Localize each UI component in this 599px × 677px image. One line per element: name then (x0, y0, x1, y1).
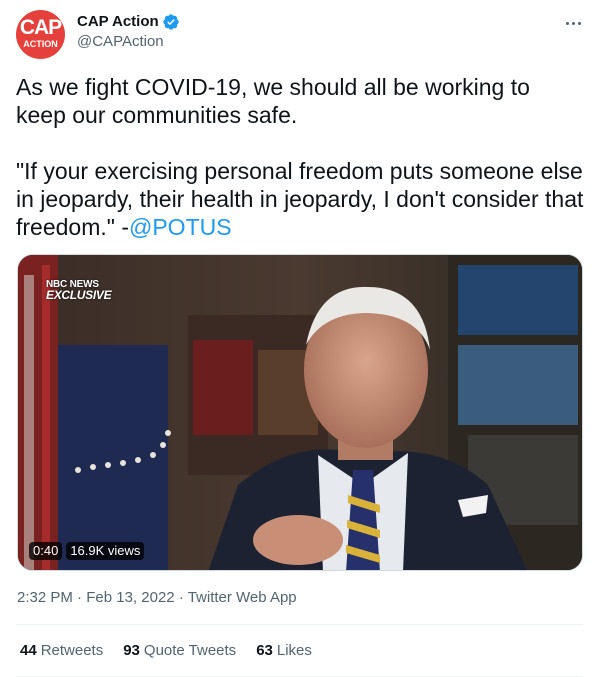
tweet-paragraph-2: "If your exercising personal freedom put… (16, 157, 586, 241)
tweet-quote: "If your exercising personal freedom put… (16, 158, 584, 240)
meta-separator: · (178, 589, 184, 606)
tweet-meta: 2:32 PM · Feb 13, 2022 · Twitter Web App (17, 588, 297, 608)
likes-stat[interactable]: 63 Likes (256, 641, 312, 661)
avatar-text-top: CAP (19, 16, 62, 39)
tweet-text: As we fight COVID-19, we should all be w… (16, 73, 586, 241)
author-name-row: CAP Action (77, 12, 180, 32)
video-views: 16.9K views (66, 542, 145, 560)
video-player[interactable]: NBC NEWS EXCLUSIVE 0:40 16.9K views (17, 254, 583, 571)
tweet-time[interactable]: 2:32 PM (17, 589, 73, 606)
quote-tweets-stat[interactable]: 93 Quote Tweets (123, 641, 236, 661)
video-thumbnail (18, 255, 582, 570)
avatar[interactable]: CAP ACTION (16, 10, 65, 59)
video-duration: 0:40 (29, 542, 63, 560)
nbc-news-logo: NBC NEWS EXCLUSIVE (46, 279, 112, 302)
quote-tweets-count: 93 (123, 642, 140, 659)
video-badges: 0:40 16.9K views (29, 542, 145, 560)
avatar-text-bottom: ACTION (23, 39, 58, 49)
author-display-name[interactable]: CAP Action (77, 12, 159, 32)
tweet-source[interactable]: Twitter Web App (188, 589, 297, 606)
mention-link[interactable]: @POTUS (129, 214, 232, 240)
likes-count: 63 (256, 642, 273, 659)
tweet-paragraph-1: As we fight COVID-19, we should all be w… (16, 74, 530, 128)
retweets-count: 44 (20, 642, 37, 659)
meta-separator: · (77, 589, 83, 606)
retweets-label: Retweets (40, 642, 104, 659)
verified-badge-icon (163, 14, 179, 30)
divider (16, 624, 583, 625)
likes-label: Likes (276, 642, 312, 659)
more-options-icon[interactable] (563, 14, 583, 32)
tweet-date[interactable]: Feb 13, 2022 (86, 589, 174, 606)
tweet: CAP ACTION CAP Action @CAPAction As we f… (0, 0, 599, 677)
overlay-line-2: EXCLUSIVE (46, 288, 112, 302)
author-handle[interactable]: @CAPAction (77, 32, 164, 52)
tweet-stats: 44 Retweets 93 Quote Tweets 63 Likes (20, 641, 332, 661)
retweets-stat[interactable]: 44 Retweets (20, 641, 103, 661)
quote-tweets-label: Quote Tweets (143, 642, 237, 659)
